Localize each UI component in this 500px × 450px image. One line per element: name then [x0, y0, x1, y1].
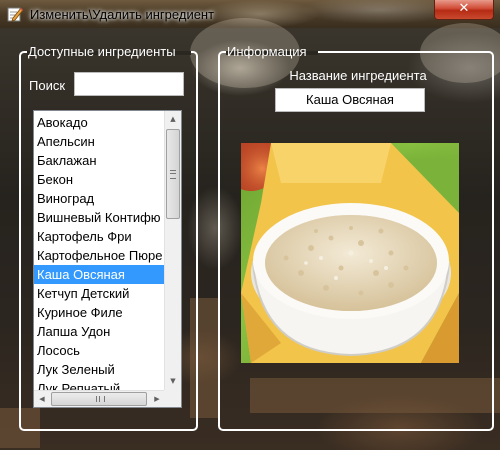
- scroll-corner: [164, 390, 181, 407]
- list-item[interactable]: Кетчуп Детский: [34, 284, 165, 303]
- scroll-right-icon[interactable]: ▶: [149, 391, 165, 407]
- pencil-icon: [7, 7, 23, 22]
- close-button[interactable]: ✕: [434, 0, 494, 20]
- ingredient-name-label: Название ингредиента: [289, 68, 427, 83]
- list-item[interactable]: Лосось: [34, 341, 165, 360]
- list-item[interactable]: Виноград: [34, 189, 165, 208]
- edit-ingredient-window: Изменить\Удалить ингредиент ✕ Доступные …: [0, 0, 500, 450]
- scroll-left-icon[interactable]: ◀: [34, 391, 50, 407]
- ingredients-listbox[interactable]: Авокадо Апельсин Баклажан Бекон Виноград Вишн…: [33, 110, 182, 408]
- list-item[interactable]: Вишневый Контифю: [34, 208, 165, 227]
- list-item[interactable]: Куриное Филе: [34, 303, 165, 322]
- scroll-up-icon[interactable]: ▲: [165, 111, 181, 128]
- search-input[interactable]: [74, 72, 184, 96]
- horizontal-scrollbar[interactable]: ◀ ▶: [34, 390, 165, 407]
- vertical-scrollbar[interactable]: ▲ ▼: [164, 111, 181, 390]
- oatmeal-bowl-image: [241, 143, 459, 363]
- list-item[interactable]: Лук Зеленый: [34, 360, 165, 379]
- scroll-down-icon[interactable]: ▼: [165, 373, 181, 390]
- ingredient-name-field[interactable]: Каша Овсяная: [275, 88, 425, 112]
- available-ingredients-label: Доступные ингредиенты: [28, 44, 176, 59]
- list-item[interactable]: Баклажан: [34, 151, 165, 170]
- list-item[interactable]: Лапша Удон: [34, 322, 165, 341]
- search-label: Поиск: [29, 78, 66, 93]
- ingredient-photo: [241, 143, 459, 363]
- vertical-scroll-thumb[interactable]: [166, 129, 180, 219]
- close-icon: ✕: [458, 1, 470, 16]
- horizontal-scroll-thumb[interactable]: [51, 392, 147, 406]
- list-item[interactable]: Апельсин: [34, 132, 165, 151]
- window-title: Изменить\Удалить ингредиент: [30, 7, 215, 22]
- list-item[interactable]: Каша Овсяная: [34, 265, 165, 284]
- list-item[interactable]: Картофель Фри: [34, 227, 165, 246]
- list-item[interactable]: Картофельное Пюре: [34, 246, 165, 265]
- information-label: Информация: [227, 44, 307, 59]
- list-item[interactable]: Бекон: [34, 170, 165, 189]
- ingredients-list: Авокадо Апельсин Баклажан Бекон Виноград Вишн…: [34, 113, 165, 398]
- list-item[interactable]: Авокадо: [34, 113, 165, 132]
